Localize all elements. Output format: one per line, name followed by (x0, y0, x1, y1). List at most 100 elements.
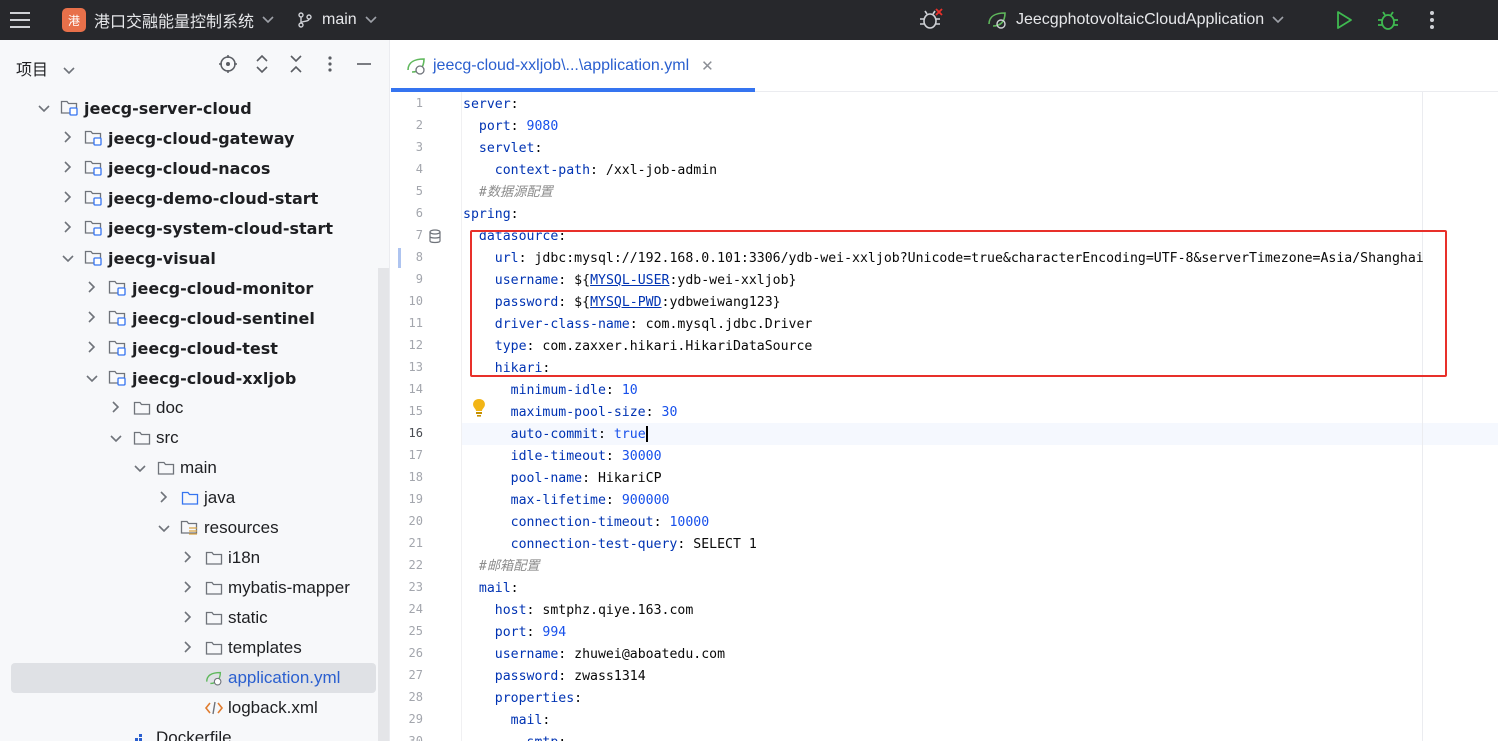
intention-bulb-button[interactable] (471, 398, 487, 423)
chevron-right-icon[interactable] (64, 130, 72, 143)
expand-toggle[interactable] (60, 220, 76, 236)
chevron-down-icon[interactable] (110, 434, 122, 443)
code-line[interactable]: maximum-pool-size: 30 (463, 402, 678, 424)
tree-item-src[interactable]: src (0, 423, 380, 453)
code-line[interactable]: idle-timeout: 30000 (463, 446, 662, 468)
close-icon[interactable]: ✕ (701, 57, 714, 75)
tree-item-static[interactable]: static (0, 603, 380, 633)
code-line[interactable]: max-lifetime: 900000 (463, 490, 670, 512)
expand-toggle[interactable] (60, 190, 76, 206)
code-line[interactable]: mail: (463, 578, 519, 600)
code-line[interactable]: connection-test-query: SELECT 1 (463, 534, 757, 556)
chevron-right-icon[interactable] (184, 580, 192, 593)
expand-toggle[interactable] (108, 400, 124, 416)
tree-item-i18n[interactable]: i18n (0, 543, 380, 573)
expand-toggle[interactable] (84, 371, 100, 386)
chevron-right-icon[interactable] (184, 640, 192, 653)
tree-item-java[interactable]: java (0, 483, 380, 513)
chevron-right-icon[interactable] (184, 550, 192, 563)
expand-toggle[interactable] (36, 101, 52, 116)
code-line[interactable]: auto-commit: true (463, 424, 648, 446)
tree-item-doc[interactable]: doc (0, 393, 380, 423)
code-line[interactable]: port: 9080 (463, 116, 558, 138)
code-line[interactable]: host: smtphz.qiye.163.com (463, 600, 694, 622)
tab-application-yml[interactable]: jeecg-cloud-xxljob\...\application.yml ✕ (405, 56, 714, 76)
code-line[interactable]: properties: (463, 688, 582, 710)
tree-item-logback-xml[interactable]: logback.xml (0, 693, 380, 723)
chevron-right-icon[interactable] (64, 160, 72, 173)
code-line[interactable]: pool-name: HikariCP (463, 468, 662, 490)
code-line[interactable]: server: (463, 94, 519, 116)
expand-toggle[interactable] (180, 610, 196, 626)
code-line[interactable]: smtp: (463, 732, 567, 741)
expand-toggle[interactable] (156, 521, 172, 536)
tree-item-mybatis-mapper[interactable]: mybatis-mapper (0, 573, 380, 603)
tree-item-jeecg-visual[interactable]: jeecg-visual (0, 243, 380, 273)
chevron-down-icon[interactable] (38, 104, 50, 113)
expand-toggle[interactable] (108, 431, 124, 446)
expand-toggle[interactable] (180, 640, 196, 656)
hide-panel-button[interactable] (352, 54, 376, 79)
code-line[interactable]: minimum-idle: 10 (463, 380, 638, 402)
code-line[interactable]: servlet: (463, 138, 543, 160)
tree-item-jeecg-cloud-xxljob[interactable]: jeecg-cloud-xxljob (0, 363, 380, 393)
tree-item-jeecg-server-cloud[interactable]: jeecg-server-cloud (0, 93, 380, 123)
code-line[interactable]: username: zhuwei@aboatedu.com (463, 644, 725, 666)
chevron-right-icon[interactable] (88, 310, 96, 323)
debug-button[interactable] (1376, 0, 1400, 40)
locate-button[interactable] (216, 54, 240, 79)
run-configuration-selector[interactable]: JeecgphotovoltaicCloudApplication (986, 0, 1284, 40)
expand-toggle[interactable] (84, 310, 100, 326)
tree-item-jeecg-cloud-nacos[interactable]: jeecg-cloud-nacos (0, 153, 380, 183)
chevron-down-icon[interactable] (62, 254, 74, 263)
expand-toggle[interactable] (132, 461, 148, 476)
main-menu-button[interactable] (8, 0, 38, 40)
expand-toggle[interactable] (60, 160, 76, 176)
code-line[interactable]: password: zwass1314 (463, 666, 646, 688)
expand-toggle[interactable] (84, 280, 100, 296)
expand-toggle[interactable] (156, 490, 172, 506)
options-button[interactable] (318, 54, 342, 79)
tree-item-jeecg-cloud-monitor[interactable]: jeecg-cloud-monitor (0, 273, 380, 303)
tree-item-templates[interactable]: templates (0, 633, 380, 663)
expand-all-button[interactable] (250, 54, 274, 79)
tree-item-resources[interactable]: resources (0, 513, 380, 543)
tree-item-jeecg-cloud-test[interactable]: jeecg-cloud-test (0, 333, 380, 363)
chevron-right-icon[interactable] (88, 340, 96, 353)
chevron-right-icon[interactable] (64, 220, 72, 233)
more-actions-button[interactable] (1424, 0, 1440, 40)
run-button[interactable] (1334, 0, 1354, 40)
code-line[interactable]: spring: (463, 204, 519, 226)
tree-item-jeecg-demo-cloud-start[interactable]: jeecg-demo-cloud-start (0, 183, 380, 213)
expand-toggle[interactable] (180, 550, 196, 566)
code-line[interactable]: connection-timeout: 10000 (463, 512, 710, 534)
code-line[interactable]: #邮箱配置 (463, 556, 540, 578)
chevron-right-icon[interactable] (112, 400, 120, 413)
code-line[interactable]: mail: (463, 710, 551, 732)
expand-toggle[interactable] (84, 340, 100, 356)
collapse-all-button[interactable] (284, 54, 308, 79)
expand-toggle[interactable] (60, 251, 76, 266)
chevron-right-icon[interactable] (160, 490, 168, 503)
branch-switcher[interactable]: main (296, 0, 377, 40)
chevron-right-icon[interactable] (64, 190, 72, 203)
chevron-down-icon[interactable] (134, 464, 146, 473)
tree-item-application-yml[interactable]: application.yml (11, 663, 376, 693)
code-line[interactable]: context-path: /xxl-job-admin (463, 160, 717, 182)
expand-toggle[interactable] (180, 580, 196, 596)
chevron-down-icon[interactable] (158, 524, 170, 533)
chevron-right-icon[interactable] (88, 280, 96, 293)
code-line[interactable]: port: 994 (463, 622, 566, 644)
project-scrollbar[interactable] (378, 268, 389, 741)
datasource-gutter-button[interactable] (428, 229, 442, 250)
chevron-right-icon[interactable] (184, 610, 192, 623)
debug-services-button[interactable] (918, 0, 944, 40)
expand-toggle[interactable] (60, 130, 76, 146)
tree-item-jeecg-system-cloud-start[interactable]: jeecg-system-cloud-start (0, 213, 380, 243)
project-panel-title-dropdown[interactable]: 项目 (16, 56, 75, 80)
tree-item-jeecg-cloud-gateway[interactable]: jeecg-cloud-gateway (0, 123, 380, 153)
code-line[interactable]: #数据源配置 (463, 182, 553, 204)
chevron-down-icon[interactable] (86, 374, 98, 383)
tree-item-dockerfile[interactable]: Dockerfile (0, 723, 380, 741)
project-switcher[interactable]: 港 港口交融能量控制系统 (62, 0, 274, 40)
